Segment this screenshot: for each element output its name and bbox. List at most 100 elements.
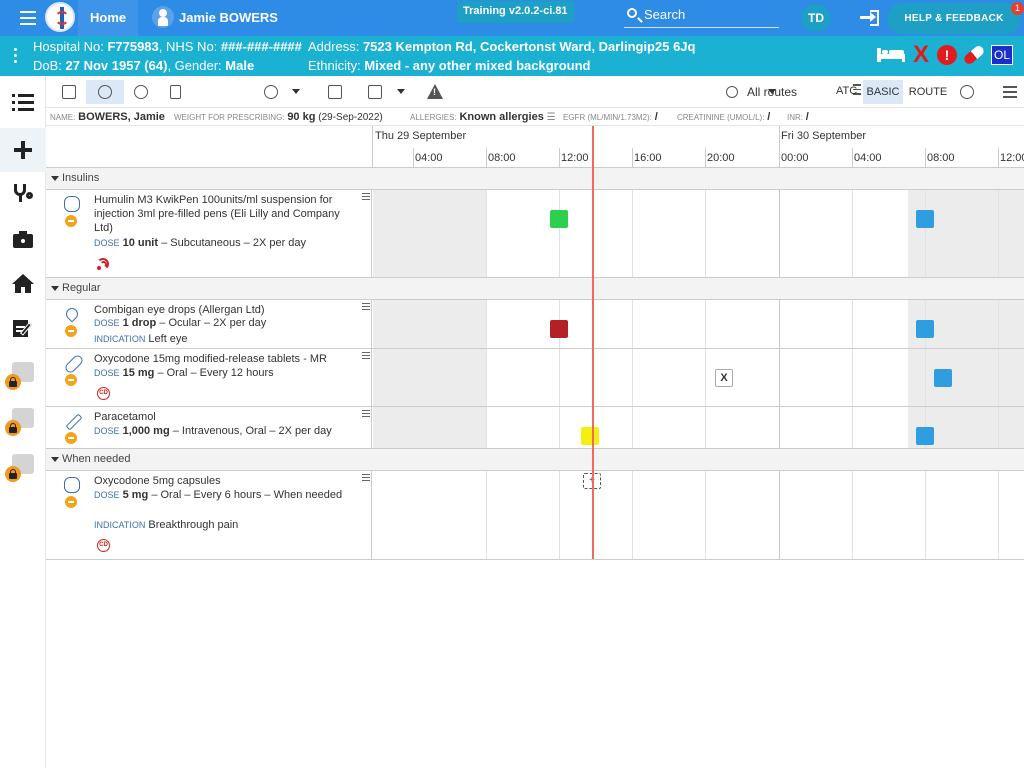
medication-name[interactable]: Paracetamol [94,410,354,424]
banner-line-hospital: Hospital No: F775983, NHS No: ###-###-##… [33,39,302,54]
hour-label: 08:00 [488,152,516,164]
section-header-when-needed[interactable]: When needed [46,449,1024,471]
hour-gridline [925,190,926,277]
sidebar-item-add[interactable] [0,128,46,172]
calendar-button[interactable] [322,80,348,104]
hour-tick [705,148,706,168]
sidebar-item-home-meds[interactable] [0,262,46,306]
row-menu-icon[interactable] [362,303,370,312]
night-band [373,300,486,348]
user-avatar[interactable]: TD [801,4,831,32]
dose-due-marker[interactable] [916,210,934,228]
dose-due-marker[interactable] [916,320,934,338]
routes-icon [726,86,738,98]
injection-pen-icon [63,196,83,227]
medication-row-oxycodone-mr[interactable]: Oxycodone 15mg modified-release tablets … [46,349,1024,407]
day-label-fri: Fri 30 September [781,130,866,142]
add-medication-button[interactable] [258,80,284,104]
warning-icon [427,84,443,99]
syringe-icon [63,413,83,444]
sidebar-item-locked-activity[interactable] [0,398,46,442]
search-label: Search [644,7,686,22]
medication-name[interactable]: Humulin M3 KwikPen 100units/ml suspensio… [94,193,354,235]
row-menu-icon[interactable] [362,410,370,419]
document-button[interactable] [164,80,190,104]
section-header-insulins[interactable]: Insulins [46,168,1024,190]
medication-name[interactable]: Oxycodone 5mg capsules [94,474,354,488]
list-icon [12,94,34,114]
capsule-icon [63,353,85,386]
medication-name[interactable]: Oxycodone 15mg modified-release tablets … [94,352,354,366]
chart-icon [62,85,76,99]
medication-details: Oxycodone 5mg capsules DOSE 5 mg – Oral … [46,471,372,559]
medication-row-combigan[interactable]: Combigan eye drops (Allergan Ltd) DOSE 1… [46,300,1024,349]
search-field[interactable]: Search [624,5,779,28]
banner-line-dob: DoB: 27 Nov 1957 (64), Gender: Male [33,58,255,73]
dose-line: DOSE 5 mg – Oral – Every 6 hours – When … [94,489,343,501]
inr-label: INR: [787,113,803,122]
allergies-value[interactable]: Known allergies [459,111,543,123]
chart-view-button[interactable] [56,80,82,104]
sidebar-item-camera[interactable] [0,218,46,262]
hand-pill-icon [98,85,112,99]
hour-gridline [559,190,560,277]
row-menu-icon[interactable] [362,193,370,202]
routes-dropdown-chevron-icon[interactable] [768,89,776,94]
dose-given-marker[interactable] [550,210,568,228]
compass-view-button[interactable] [128,80,154,104]
app-logo[interactable] [45,2,75,32]
pills-button[interactable] [954,80,980,104]
allergies-menu-icon[interactable]: ☰ [547,112,556,123]
more-vertical-icon[interactable] [14,48,18,66]
section-title: When needed [62,453,131,465]
medication-row-humulin[interactable]: Humulin M3 KwikPen 100units/ml suspensio… [46,190,1024,278]
ol-badge[interactable]: OL [991,45,1013,65]
sidebar-item-locked-clipboard[interactable] [0,352,46,396]
allergies-label: ALLERGIES: [410,113,457,122]
pill-icon[interactable] [962,44,986,66]
hour-tick [413,148,414,168]
sidebar-item-medications[interactable] [0,82,46,126]
banner-line-ethnicity: Ethnicity: Mixed - any other mixed backg… [308,58,591,73]
dose-missed-marker[interactable] [550,320,568,338]
section-header-regular[interactable]: Regular [46,278,1024,300]
bed-icon[interactable] [877,48,905,62]
sidebar-item-notes[interactable] [0,306,46,350]
cross-icon[interactable]: X [913,41,929,69]
dose-due-marker[interactable] [934,369,952,387]
help-feedback-button[interactable]: HELP & FEEDBACK [887,3,1021,34]
dose-line: DOSE 15 mg – Oral – Every 12 hours [94,367,274,379]
day-divider [779,126,780,168]
patient-tab[interactable]: Jamie BOWERS [179,10,278,25]
creatinine-value: / [767,111,771,123]
camera-icon [12,230,34,250]
medication-name[interactable]: Combigan eye drops (Allergan Ltd) [94,303,354,317]
alert-icon[interactable]: ! [937,45,957,65]
atc-toggle[interactable]: ATC [836,85,857,97]
add-medication-dropdown-chevron-icon[interactable] [292,89,300,94]
medication-row-paracetamol[interactable]: Paracetamol DOSE 1,000 mg – Intravenous,… [46,407,1024,449]
home-link[interactable]: Home [90,10,126,25]
warnings-button[interactable] [422,80,448,104]
print-button[interactable] [362,80,388,104]
weight-value: 90 kg [287,111,316,123]
dose-current-marker[interactable] [581,427,599,445]
lock-icon [5,420,21,436]
hamburger-menu-icon[interactable] [20,11,36,25]
sidebar-item-locked-add[interactable] [0,444,46,488]
inr-value: / [805,111,809,123]
medication-row-oxycodone-capsules[interactable]: Oxycodone 5mg capsules DOSE 5 mg – Oral … [46,471,1024,560]
dose-not-given-marker[interactable]: X [715,369,733,387]
dose-due-marker[interactable] [916,427,934,445]
sidebar-item-clinical[interactable] [0,172,46,216]
basic-toggle[interactable]: BASIC [863,80,903,104]
route-toggle[interactable]: ROUTE [905,80,951,104]
row-menu-icon[interactable] [362,474,370,483]
administer-view-button[interactable] [86,80,124,104]
menu-icon[interactable] [1003,86,1017,101]
row-menu-icon[interactable] [362,352,370,361]
print-dropdown-chevron-icon[interactable] [397,89,405,94]
hour-gridline [705,190,706,277]
logout-icon[interactable] [860,10,880,26]
printer-icon [368,85,382,99]
